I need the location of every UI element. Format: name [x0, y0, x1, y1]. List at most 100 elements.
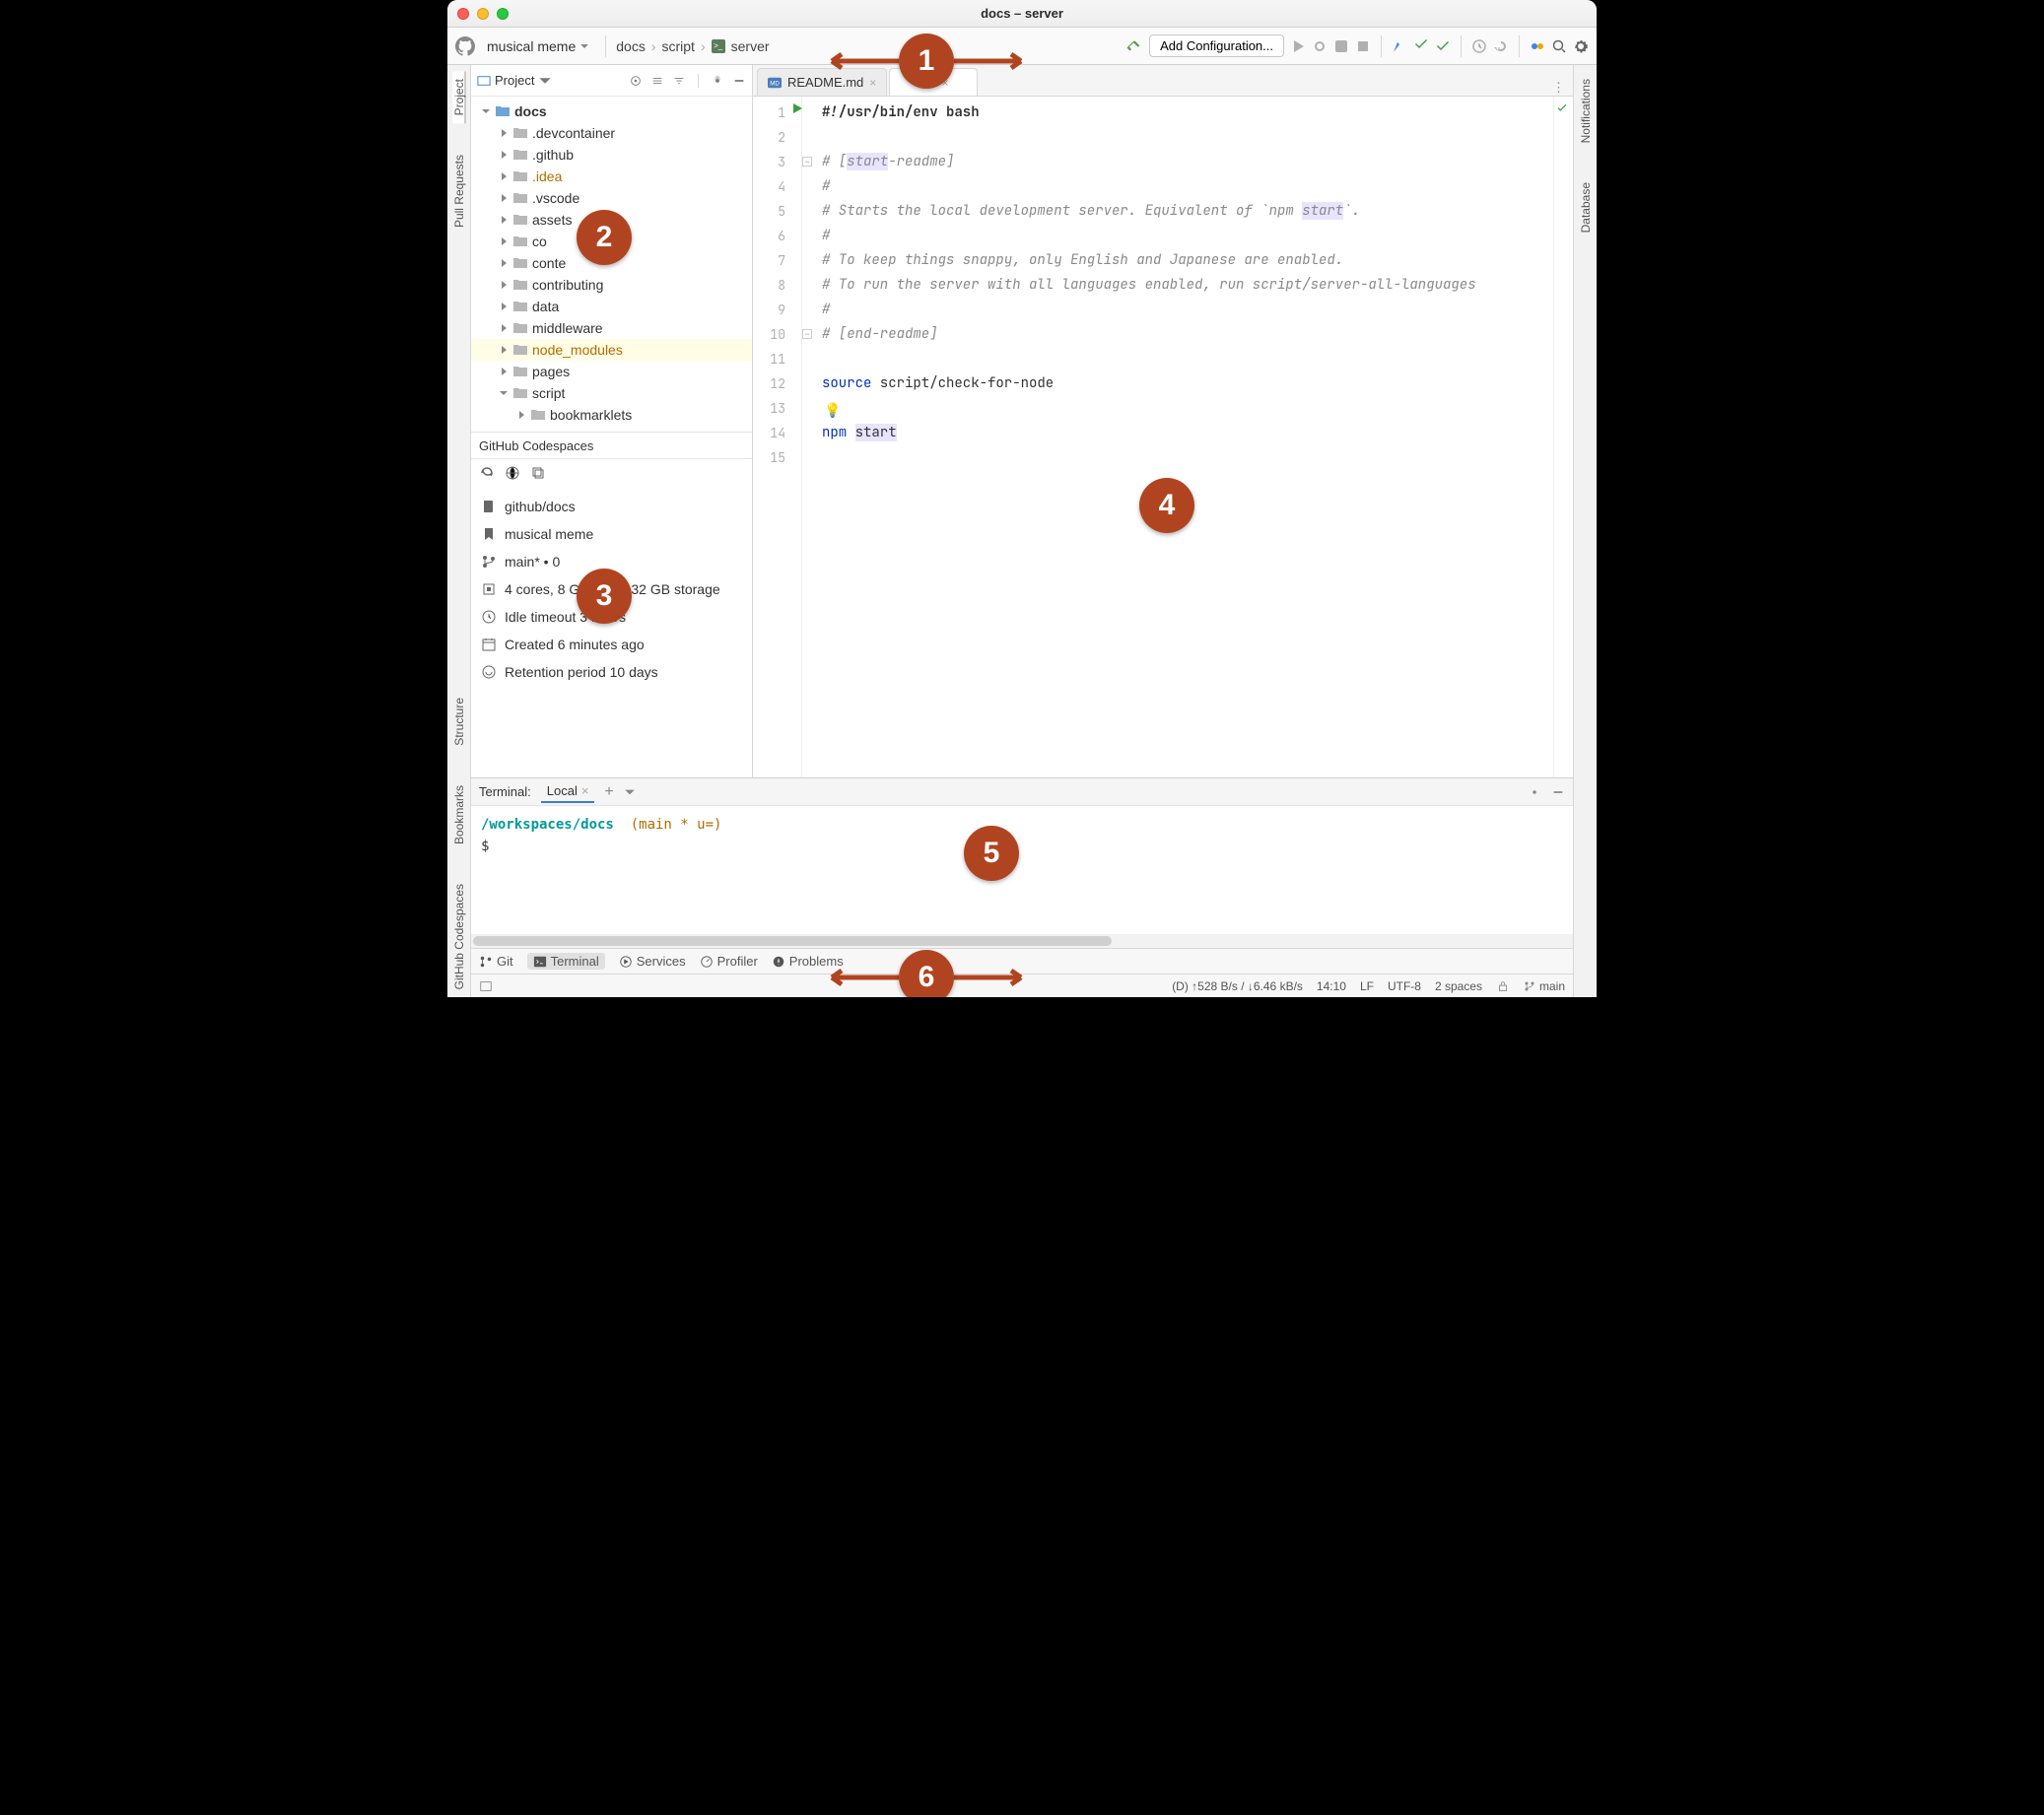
- codespace-dropdown[interactable]: musical meme: [481, 36, 595, 56]
- add-configuration-button[interactable]: Add Configuration...: [1149, 34, 1284, 57]
- codespaces-details-list: github/docsmusical mememain* • 04 cores,…: [471, 487, 752, 777]
- markdown-file-icon: MD: [768, 76, 782, 90]
- codespace-detail-item: github/docs: [471, 493, 752, 520]
- push-icon[interactable]: [1413, 38, 1429, 54]
- minimize-panel-icon[interactable]: [1551, 785, 1565, 799]
- update-icon[interactable]: [1435, 38, 1451, 54]
- close-tab-icon[interactable]: ×: [869, 76, 876, 90]
- bottom-tab-git[interactable]: Git: [479, 954, 513, 969]
- traffic-lights: [457, 8, 509, 20]
- minimize-window-button[interactable]: [477, 8, 489, 20]
- editor-right-margin: [1553, 97, 1573, 777]
- new-terminal-icon[interactable]: +: [604, 783, 613, 801]
- codespace-detail-item: Retention period 10 days: [471, 658, 752, 686]
- tree-item[interactable]: contributing: [471, 274, 752, 296]
- tree-item[interactable]: .vscode: [471, 187, 752, 209]
- status-network[interactable]: (D) ↑528 B/s / ↓6.46 kB/s: [1172, 979, 1303, 993]
- bottom-tab-terminal[interactable]: Terminal: [527, 953, 605, 970]
- status-caret-position[interactable]: 14:10: [1317, 979, 1346, 993]
- annotation-callout-3: 3: [577, 569, 632, 624]
- terminal-body[interactable]: /workspaces/docs (main * u=) $: [471, 806, 1573, 934]
- project-view-icon: [477, 74, 491, 88]
- github-logo-icon: [455, 36, 475, 56]
- code-with-me-icon[interactable]: [1530, 38, 1545, 54]
- editor-gutter[interactable]: 123456789101112131415: [753, 97, 802, 777]
- rail-codespaces[interactable]: GitHub Codespaces: [452, 876, 466, 997]
- svg-text:MD: MD: [770, 80, 780, 87]
- gear-icon[interactable]: [711, 74, 724, 88]
- terminal-dropdown-icon[interactable]: [624, 786, 636, 798]
- annotation-callout-6: 6: [899, 950, 954, 997]
- expand-all-icon[interactable]: [650, 74, 664, 88]
- codespaces-toolbar: [471, 459, 752, 487]
- status-indent[interactable]: 2 spaces: [1435, 979, 1482, 993]
- terminal-tab-local[interactable]: Local ×: [541, 780, 595, 803]
- codespace-detail-item: musical meme: [471, 520, 752, 548]
- tool-window-icon[interactable]: [479, 979, 493, 993]
- refresh-icon[interactable]: [479, 465, 495, 481]
- branch-icon: [1524, 980, 1535, 992]
- coverage-icon[interactable]: [1333, 38, 1349, 54]
- history-icon[interactable]: [1471, 38, 1487, 54]
- status-encoding[interactable]: UTF-8: [1388, 979, 1421, 993]
- debug-icon[interactable]: [1312, 38, 1328, 54]
- rollback-icon[interactable]: [1493, 38, 1509, 54]
- rail-project[interactable]: Project: [452, 71, 466, 123]
- terminal-label: Terminal:: [479, 784, 531, 799]
- project-tree[interactable]: docs.devcontainer.github.idea.vscodeasse…: [471, 97, 752, 432]
- tree-item[interactable]: .idea: [471, 166, 752, 187]
- window-title: docs – server: [981, 6, 1063, 21]
- code-editor[interactable]: #!/usr/bin/env bash # [start-readme]## S…: [816, 97, 1553, 777]
- tree-item[interactable]: node_modules: [471, 339, 752, 361]
- tabs-more-icon[interactable]: ⋮: [1552, 80, 1565, 96]
- tree-item[interactable]: data: [471, 296, 752, 317]
- breadcrumb[interactable]: docs› script› >_ server: [616, 38, 769, 54]
- rail-notifications[interactable]: Notifications: [1579, 71, 1593, 151]
- minimize-panel-icon[interactable]: [732, 74, 746, 88]
- annotation-callout-2: 2: [577, 210, 632, 265]
- tree-item[interactable]: pages: [471, 361, 752, 382]
- project-panel-header: Project: [471, 65, 752, 97]
- annotation-callout-1: 1: [899, 34, 954, 89]
- tree-item[interactable]: .github: [471, 144, 752, 166]
- copy-icon[interactable]: [530, 465, 546, 481]
- tree-item[interactable]: bookmarklets: [471, 404, 752, 426]
- inspection-ok-icon[interactable]: [1555, 102, 1569, 116]
- collapse-all-icon[interactable]: [672, 74, 686, 88]
- globe-icon[interactable]: [505, 465, 520, 481]
- rail-pull-requests[interactable]: Pull Requests: [452, 147, 466, 235]
- fold-gutter[interactable]: −−: [802, 97, 816, 777]
- tree-item[interactable]: middleware: [471, 317, 752, 339]
- zoom-window-button[interactable]: [497, 8, 509, 20]
- bottom-tab-problems[interactable]: Problems: [772, 954, 844, 969]
- run-icon[interactable]: [1290, 38, 1306, 54]
- project-panel-title[interactable]: Project: [477, 73, 552, 88]
- search-icon[interactable]: [1551, 38, 1567, 54]
- tree-item[interactable]: docs: [471, 101, 752, 122]
- status-git-branch[interactable]: main: [1524, 979, 1565, 993]
- settings-icon[interactable]: [1573, 38, 1589, 54]
- rail-database[interactable]: Database: [1579, 174, 1593, 240]
- rail-structure[interactable]: Structure: [452, 690, 466, 754]
- bottom-tab-profiler[interactable]: Profiler: [700, 954, 758, 969]
- commit-icon[interactable]: [1392, 38, 1407, 54]
- codespace-detail-item: Created 6 minutes ago: [471, 631, 752, 658]
- status-line-ending[interactable]: LF: [1360, 979, 1374, 993]
- stop-icon[interactable]: [1355, 38, 1371, 54]
- locate-icon[interactable]: [629, 74, 643, 88]
- terminal-scrollbar[interactable]: [471, 934, 1573, 948]
- bottom-tab-services[interactable]: Services: [619, 954, 686, 969]
- project-sidebar: Project docs.devcontainer.github.id: [471, 65, 753, 777]
- tab-readme[interactable]: MD README.md ×: [757, 68, 887, 96]
- tree-item[interactable]: content migrations: [471, 426, 752, 432]
- rail-bookmarks[interactable]: Bookmarks: [452, 777, 466, 852]
- readonly-icon[interactable]: [1496, 979, 1510, 993]
- close-window-button[interactable]: [457, 8, 469, 20]
- right-tool-rail: Notifications Database: [1573, 65, 1597, 997]
- gear-icon[interactable]: [1528, 785, 1541, 799]
- close-terminal-tab-icon[interactable]: ×: [581, 783, 589, 798]
- tree-item[interactable]: script: [471, 382, 752, 404]
- left-tool-rail: Project Pull Requests Structure Bookmark…: [447, 65, 471, 997]
- build-icon[interactable]: [1125, 37, 1143, 55]
- tree-item[interactable]: .devcontainer: [471, 122, 752, 144]
